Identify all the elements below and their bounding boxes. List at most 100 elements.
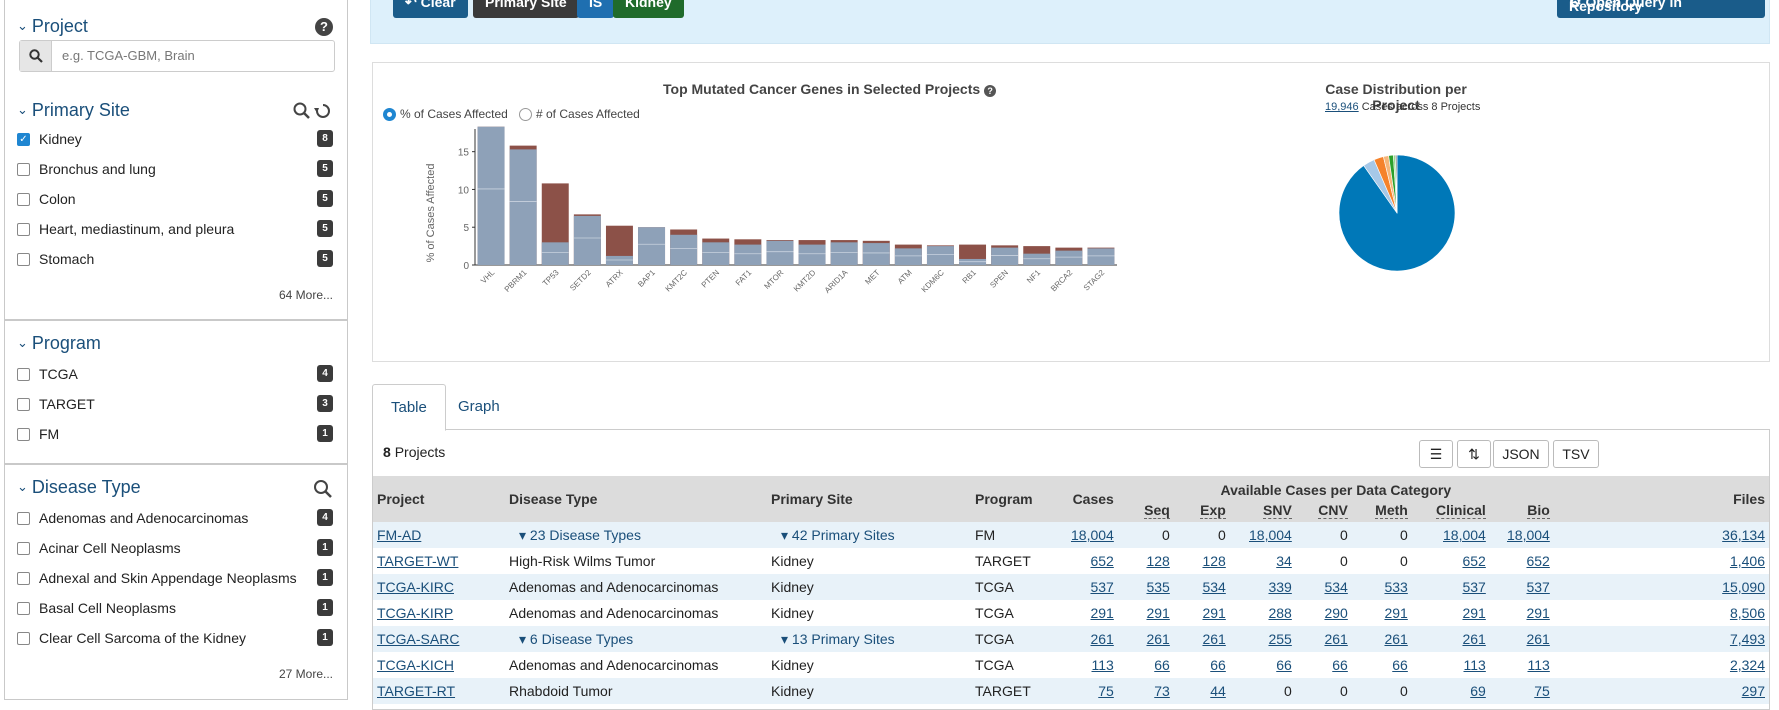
- cell-bio[interactable]: 291: [1490, 600, 1554, 626]
- clinical-value[interactable]: 261: [1462, 631, 1485, 647]
- tsv-export-button[interactable]: TSV: [1553, 440, 1599, 468]
- cell-exp[interactable]: 44: [1174, 678, 1230, 704]
- checkbox[interactable]: [17, 602, 30, 615]
- cell-cases[interactable]: 113: [1067, 652, 1118, 678]
- snv-value[interactable]: 288: [1268, 605, 1291, 621]
- cell-project[interactable]: FM-AD: [373, 522, 505, 548]
- facet-item-stomach[interactable]: Stomach5: [17, 248, 333, 270]
- cell-seq[interactable]: 128: [1118, 548, 1174, 574]
- cell-clinical[interactable]: 113: [1412, 652, 1490, 678]
- help-icon[interactable]: ?: [984, 85, 996, 97]
- checkbox[interactable]: [17, 398, 30, 411]
- snv-value[interactable]: 34: [1276, 553, 1292, 569]
- bar-segment[interactable]: [606, 256, 633, 265]
- bar-segment[interactable]: [1087, 248, 1114, 265]
- total-cases-link[interactable]: 19,946: [1325, 101, 1359, 113]
- radio-pct-cases[interactable]: % of Cases Affected: [383, 107, 508, 121]
- column-toggle-icon[interactable]: ☰: [1419, 440, 1453, 468]
- files-value[interactable]: 15,090: [1722, 579, 1765, 595]
- cell-snv[interactable]: 255: [1230, 626, 1296, 652]
- cell-project[interactable]: TCGA-KICH: [373, 652, 505, 678]
- program-facet-header[interactable]: ⌄Program: [17, 333, 101, 354]
- facet-item-acinar[interactable]: Acinar Cell Neoplasms1: [17, 537, 333, 559]
- reset-icon[interactable]: [314, 105, 329, 117]
- bar-segment[interactable]: [766, 241, 793, 265]
- bar-segment[interactable]: [831, 242, 858, 265]
- checkbox[interactable]: [17, 542, 30, 555]
- files-value[interactable]: 1,406: [1730, 553, 1765, 569]
- col-project[interactable]: Project: [373, 476, 505, 522]
- cell-clinical[interactable]: 291: [1412, 600, 1490, 626]
- cell-files[interactable]: 36,134: [1554, 522, 1769, 548]
- checkbox[interactable]: [17, 253, 30, 266]
- checkbox[interactable]: [17, 632, 30, 645]
- cases-value[interactable]: 113: [1092, 657, 1114, 673]
- clinical-value[interactable]: 18,004: [1443, 527, 1486, 543]
- cell-bio[interactable]: 537: [1490, 574, 1554, 600]
- seq-value[interactable]: 66: [1154, 657, 1170, 673]
- col-cnv[interactable]: CNV: [1296, 498, 1352, 522]
- col-program[interactable]: Program: [971, 476, 1067, 522]
- bar-segment[interactable]: [799, 245, 826, 265]
- clinical-value[interactable]: 69: [1470, 683, 1486, 699]
- cell-meth[interactable]: 291: [1352, 600, 1412, 626]
- cell-bio[interactable]: 261: [1490, 626, 1554, 652]
- primary-site-more-link[interactable]: 64 More...: [279, 288, 333, 302]
- cell-clinical[interactable]: 652: [1412, 548, 1490, 574]
- col-cases[interactable]: Cases: [1067, 476, 1118, 522]
- query-value-kidney[interactable]: Kidney: [613, 0, 684, 18]
- facet-item-target[interactable]: TARGET3: [17, 393, 333, 415]
- facet-item-fm[interactable]: FM1: [17, 423, 333, 445]
- bar-segment[interactable]: [670, 235, 697, 265]
- col-meth[interactable]: Meth: [1352, 498, 1412, 522]
- cell-seq[interactable]: 261: [1118, 626, 1174, 652]
- cell-seq[interactable]: 535: [1118, 574, 1174, 600]
- snv-value[interactable]: 255: [1268, 631, 1291, 647]
- meth-value[interactable]: 66: [1392, 657, 1408, 673]
- cases-value[interactable]: 261: [1090, 631, 1113, 647]
- radio-unselected[interactable]: [519, 108, 532, 121]
- col-clinical[interactable]: Clinical: [1412, 498, 1490, 522]
- cell-meth[interactable]: 533: [1352, 574, 1412, 600]
- bar-segment[interactable]: [702, 242, 729, 265]
- cell-snv[interactable]: 288: [1230, 600, 1296, 626]
- facet-item-heart[interactable]: Heart, mediastinum, and pleura5: [17, 218, 333, 240]
- disease-value[interactable]: 6 Disease Types: [530, 631, 633, 647]
- exp-value[interactable]: 261: [1202, 631, 1225, 647]
- cell-cases[interactable]: 291: [1067, 600, 1118, 626]
- json-export-button[interactable]: JSON: [1493, 440, 1549, 468]
- facet-item-colon[interactable]: Colon5: [17, 188, 333, 210]
- project-value[interactable]: TCGA-SARC: [377, 631, 459, 647]
- radio-selected[interactable]: [383, 108, 396, 121]
- bio-value[interactable]: 75: [1534, 683, 1550, 699]
- cell-exp[interactable]: 66: [1174, 652, 1230, 678]
- cell-cnv[interactable]: 66: [1296, 652, 1352, 678]
- col-files[interactable]: Files: [1554, 476, 1769, 522]
- project-value[interactable]: TCGA-KIRC: [377, 579, 454, 595]
- tab-table[interactable]: Table: [372, 384, 446, 431]
- cell-bio[interactable]: 75: [1490, 678, 1554, 704]
- cell-meth[interactable]: 66: [1352, 652, 1412, 678]
- project-search-input[interactable]: e.g. TCGA-GBM, Brain: [52, 41, 334, 71]
- cnv-value[interactable]: 290: [1324, 605, 1347, 621]
- bar-segment[interactable]: [542, 242, 569, 265]
- bar-segment[interactable]: [927, 246, 954, 265]
- col-seq[interactable]: Seq: [1118, 498, 1174, 522]
- checkbox[interactable]: [17, 163, 30, 176]
- cell-files[interactable]: 2,324: [1554, 652, 1769, 678]
- bar-segment[interactable]: [478, 127, 505, 265]
- facet-item-adenomas[interactable]: Adenomas and Adenocarcinomas4: [17, 507, 333, 529]
- bar-segment[interactable]: [734, 245, 761, 265]
- exp-value[interactable]: 534: [1202, 579, 1225, 595]
- cell-cases[interactable]: 18,004: [1067, 522, 1118, 548]
- cell-clinical[interactable]: 69: [1412, 678, 1490, 704]
- bio-value[interactable]: 537: [1526, 579, 1549, 595]
- col-bio[interactable]: Bio: [1490, 498, 1554, 522]
- snv-value[interactable]: 18,004: [1249, 527, 1292, 543]
- cell-files[interactable]: 297: [1554, 678, 1769, 704]
- col-snv[interactable]: SNV: [1230, 498, 1296, 522]
- files-value[interactable]: 2,324: [1730, 657, 1765, 673]
- clinical-value[interactable]: 113: [1464, 657, 1486, 673]
- sort-icon[interactable]: ⇅: [1457, 440, 1491, 468]
- search-icon[interactable]: [20, 41, 52, 71]
